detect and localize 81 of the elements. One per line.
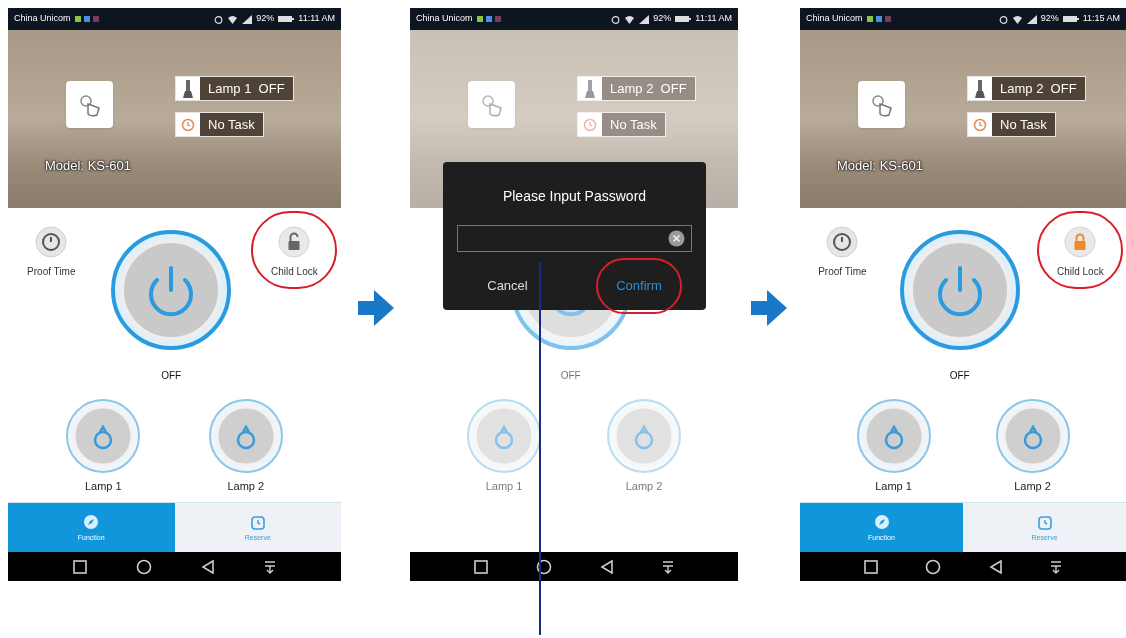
model-label: Model: KS-601 [837,157,923,175]
lamp-label: Lamp 2 [625,479,663,494]
back-triangle-icon [201,559,216,574]
home-circle-icon [536,558,552,575]
lamp-label: Lamp 1 [875,479,912,494]
battery-icon [675,15,692,23]
wifi-icon [1011,14,1023,24]
battery-icon [1062,15,1079,23]
pull-down-icon [264,559,277,574]
clock-time: 11:11 AM [298,12,335,26]
lamp-button-icon [994,398,1071,474]
compass-icon [873,514,890,530]
carrier-name: China Unicom [416,12,473,26]
lamp-button-icon [855,398,932,474]
lamp-label: Lamp 2 [1014,479,1051,494]
pull-down-icon [1050,559,1063,574]
lamp-button-icon [606,398,682,474]
wifi-icon [624,14,636,24]
back-triangle-icon [988,559,1003,574]
child-lock-label: Child Lock [1057,265,1104,279]
dialog-title: Please Input Password [502,187,647,206]
password-field[interactable] [457,225,692,252]
clock-button-icon [35,226,68,258]
pull-down-icon [662,559,674,574]
power-button-icon [111,230,232,350]
model-label: Model: KS-601 [45,157,131,175]
lamp-icon [182,79,194,98]
alarm-clock-icon [1036,514,1053,530]
proof-time-label: Proof Time [818,265,867,279]
lamp-label: Lamp 1 [485,479,523,494]
clear-icon [668,230,685,247]
task-status-label: No Task [992,113,1055,136]
home-circle-icon [135,558,152,575]
power-state-label: OFF [949,369,970,383]
cancel-button[interactable]: Cancel [475,272,540,300]
alarm-icon [611,14,621,24]
lamp-button-icon [65,398,142,474]
signal-icon [1026,14,1037,24]
lamp-icon [974,79,986,98]
power-button-icon [899,230,1020,350]
wifi-icon [227,14,239,24]
lamp-status-label: Lamp 2 OFF [992,77,1085,100]
timer-icon [181,117,195,132]
signal-icon [242,14,253,24]
alarm-icon [998,14,1008,24]
lamp-status-label: Lamp 1 OFF [200,77,293,100]
task-status-label: No Task [602,113,665,136]
lamp-button-icon [207,398,284,474]
task-status-label: No Task [200,113,263,136]
alarm-clock-icon [249,514,266,530]
carrier-name: China Unicom [806,12,863,26]
lamp-icon [584,79,596,98]
alarm-icon [214,14,224,24]
child-lock-label: Child Lock [271,265,318,279]
lamp-status-label: Lamp 2 OFF [602,77,695,100]
lamp-label: Lamp 2 [227,479,265,494]
right-arrow-icon [357,290,394,326]
battery-percent: 92% [1040,12,1059,26]
square-icon [72,559,87,574]
home-circle-icon [925,558,942,575]
confirm-button[interactable]: Confirm [604,272,674,300]
square-icon [474,559,488,574]
lamp-button-icon [466,398,542,474]
power-state-label: OFF [161,369,182,383]
square-icon [863,559,878,574]
clock-time: 11:11 AM [695,12,732,26]
lamp-label: Lamp 1 [84,479,122,494]
timer-icon [583,117,597,132]
clock-time: 11:15 AM [1082,12,1120,26]
battery-percent: 92% [256,12,275,26]
battery-percent: 92% [653,12,672,26]
power-state-label: OFF [560,369,581,383]
signal-icon [639,14,650,24]
proof-time-label: Proof Time [27,265,76,279]
back-triangle-icon [600,559,614,574]
timer-icon [973,117,987,132]
carrier-name: China Unicom [14,12,71,26]
compass-icon [83,514,100,530]
right-arrow-icon [751,290,787,326]
battery-icon [278,15,295,23]
clock-button-icon [826,226,859,258]
